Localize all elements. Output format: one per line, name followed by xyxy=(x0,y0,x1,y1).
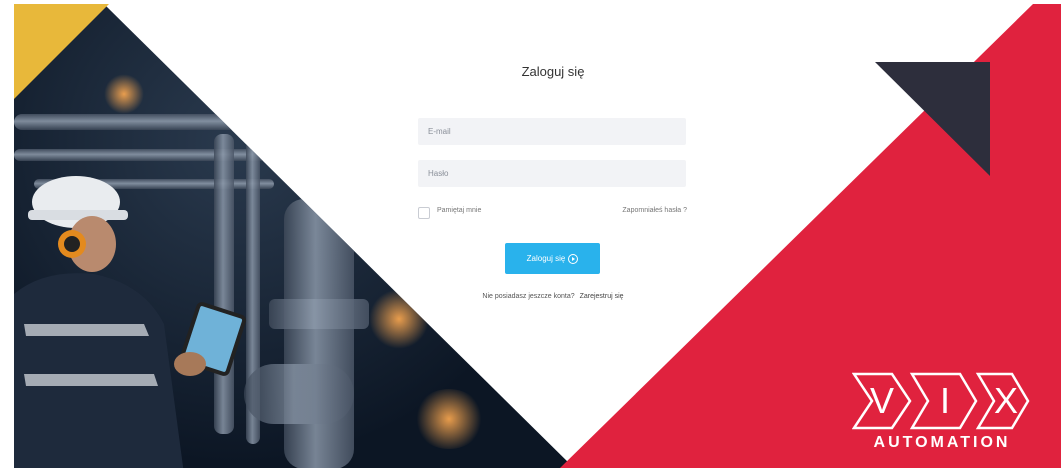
vix-logo-icon: V I X xyxy=(851,372,1030,430)
page-title: Zaloguj się xyxy=(0,64,1063,79)
vix-automation-logo: V I X AUTOMATION xyxy=(851,370,1032,460)
remember-me-checkbox[interactable] xyxy=(418,207,430,219)
email-field[interactable] xyxy=(418,118,686,145)
password-field[interactable] xyxy=(418,160,686,187)
register-prompt: Nie posiadasz jeszcze konta? Zarejestruj… xyxy=(0,293,1063,300)
svg-text:I: I xyxy=(940,380,950,421)
login-button-label: Zaloguj się xyxy=(526,254,566,263)
svg-text:X: X xyxy=(994,380,1018,421)
svg-text:V: V xyxy=(870,380,894,421)
forgot-password-link[interactable]: Zapomniałeś hasła ? xyxy=(622,207,687,214)
login-title-text: Zaloguj się xyxy=(521,64,585,79)
arrow-circle-right-icon xyxy=(568,253,579,264)
remember-me-label[interactable]: Pamiętaj mnie xyxy=(437,207,481,214)
worker-figure xyxy=(14,176,247,468)
register-link[interactable]: Zarejestruj się xyxy=(580,293,624,300)
no-account-text: Nie posiadasz jeszcze konta? xyxy=(482,293,575,300)
login-button[interactable]: Zaloguj się xyxy=(505,243,600,274)
logo-text: AUTOMATION xyxy=(873,434,1011,451)
login-page: V I X AUTOMATION Zaloguj się Pamiętaj mn… xyxy=(0,0,1063,470)
